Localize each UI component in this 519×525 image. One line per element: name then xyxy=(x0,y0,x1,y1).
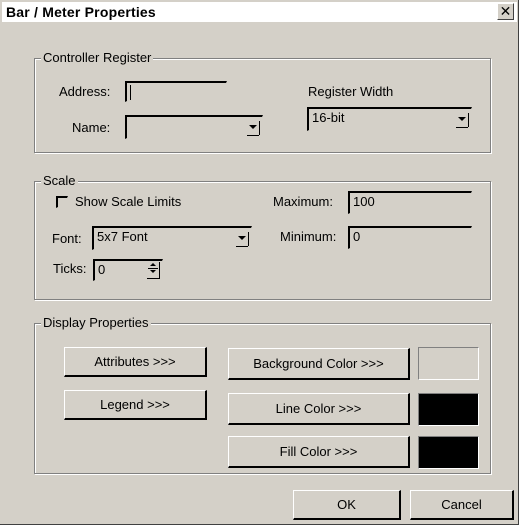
chevron-down-icon[interactable] xyxy=(246,119,262,137)
line-color-swatch[interactable] xyxy=(418,393,479,426)
font-value: 5x7 Font xyxy=(97,229,148,244)
font-label: Font: xyxy=(52,231,82,246)
background-color-button-label: Background Color >>> xyxy=(253,356,384,371)
register-width-dropdown[interactable]: 16-bit xyxy=(307,107,472,131)
minimum-value: 0 xyxy=(353,229,361,244)
chevron-down-icon[interactable] xyxy=(455,111,471,129)
chevron-down-icon[interactable] xyxy=(235,230,251,248)
display-properties-group-title: Display Properties xyxy=(41,315,151,331)
maximum-label: Maximum: xyxy=(273,194,333,209)
register-width-label: Register Width xyxy=(308,84,394,99)
ticks-stepper[interactable]: 0 xyxy=(93,259,163,281)
scale-group-title: Scale xyxy=(41,173,78,189)
ok-button[interactable]: OK xyxy=(293,490,401,520)
bar-meter-properties-dialog: Bar / Meter Properties ✕ Controller Regi… xyxy=(0,0,519,525)
close-icon: ✕ xyxy=(499,3,512,19)
display-properties-group: Display Properties Attributes >>> Legend… xyxy=(34,315,491,474)
legend-button[interactable]: Legend >>> xyxy=(64,390,207,420)
attributes-button-label: Attributes >>> xyxy=(94,354,176,369)
ticks-label: Ticks: xyxy=(53,261,87,276)
font-dropdown[interactable]: 5x7 Font xyxy=(92,226,252,250)
show-scale-limits-checkbox[interactable] xyxy=(56,196,68,208)
attributes-button[interactable]: Attributes >>> xyxy=(64,347,207,377)
maximum-value: 100 xyxy=(353,194,375,209)
controller-register-group-title: Controller Register xyxy=(41,50,154,66)
cancel-button-label: Cancel xyxy=(441,497,482,512)
ticks-value: 0 xyxy=(98,262,106,277)
fill-color-swatch[interactable] xyxy=(418,436,479,469)
scale-group: Scale Show Scale Limits Font: 5x7 Font T… xyxy=(34,173,491,300)
address-label: Address: xyxy=(59,84,111,99)
spinner-arrows-icon[interactable] xyxy=(147,262,161,279)
name-label: Name: xyxy=(72,120,111,135)
dialog-title: Bar / Meter Properties xyxy=(6,4,156,20)
ok-button-label: OK xyxy=(337,497,356,512)
name-dropdown[interactable] xyxy=(125,115,263,139)
register-width-value: 16-bit xyxy=(312,110,345,125)
show-scale-limits-label[interactable]: Show Scale Limits xyxy=(75,194,181,210)
line-color-button-label: Line Color >>> xyxy=(275,401,362,416)
background-color-swatch[interactable] xyxy=(418,347,479,380)
cancel-button[interactable]: Cancel xyxy=(410,490,514,520)
address-field[interactable] xyxy=(125,81,227,102)
minimum-label: Minimum: xyxy=(280,229,337,244)
legend-button-label: Legend >>> xyxy=(100,397,170,412)
minimum-field[interactable]: 0 xyxy=(348,226,472,249)
fill-color-button[interactable]: Fill Color >>> xyxy=(228,436,410,468)
fill-color-button-label: Fill Color >>> xyxy=(279,444,358,459)
controller-register-group: Controller Register Address: Name: Regis… xyxy=(34,50,491,153)
line-color-button[interactable]: Line Color >>> xyxy=(228,393,410,425)
text-caret xyxy=(130,85,131,100)
maximum-field[interactable]: 100 xyxy=(348,191,472,214)
title-bar[interactable]: Bar / Meter Properties ✕ xyxy=(2,2,517,22)
close-button[interactable]: ✕ xyxy=(497,3,514,20)
background-color-button[interactable]: Background Color >>> xyxy=(228,348,410,380)
